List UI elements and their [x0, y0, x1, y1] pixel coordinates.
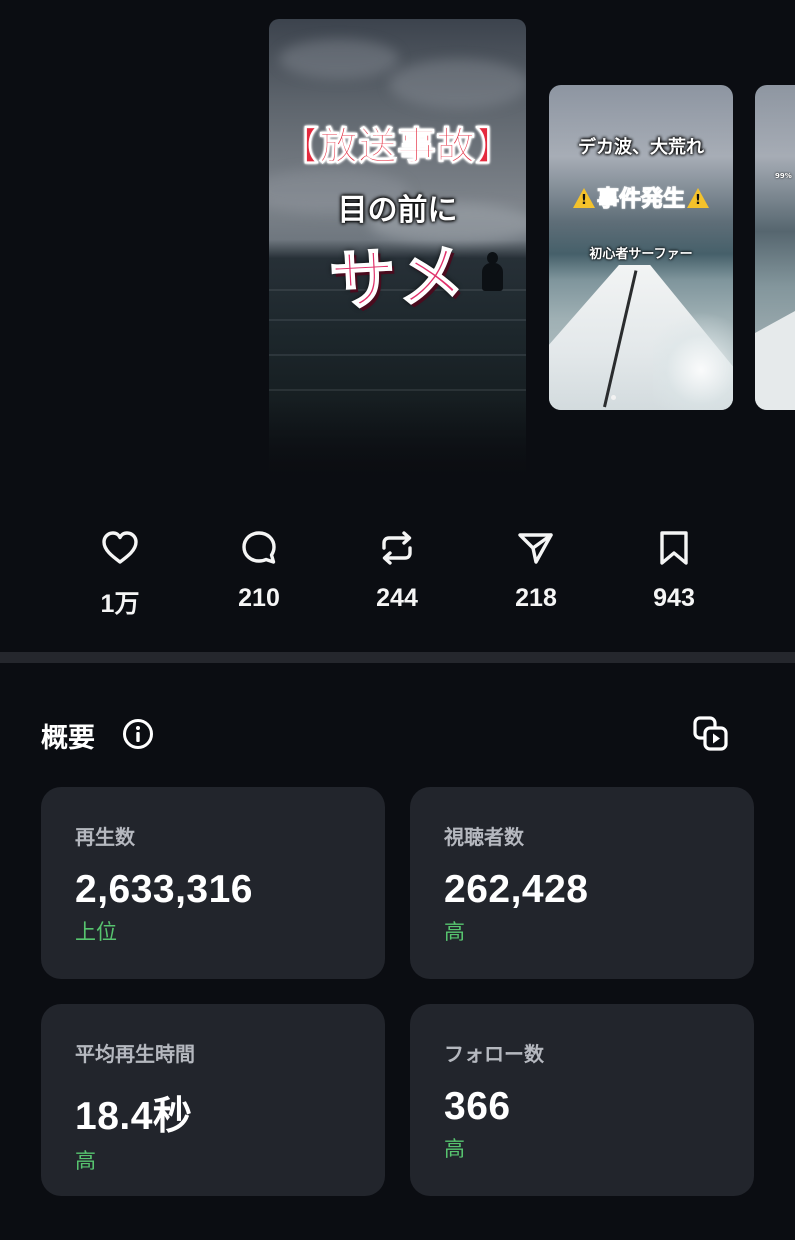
- repost-count: 244: [376, 584, 418, 612]
- stat-rank: 高: [444, 920, 465, 944]
- video-carousel[interactable]: 【放送事故】 目の前に サメ デカ波、大荒れ 事件発生 初心者サーファー 99%: [0, 0, 795, 490]
- thumbnail-title-big: サメ: [327, 235, 469, 321]
- comment-count: 210: [238, 584, 280, 612]
- thumbnail-third-label: 99%: [775, 172, 792, 180]
- repost-icon: [382, 531, 412, 565]
- overview-title: 概要: [41, 723, 95, 754]
- copy-icon[interactable]: [692, 715, 730, 753]
- share-count: 218: [515, 584, 557, 612]
- send-icon: [518, 533, 553, 564]
- bookmark-icon: [660, 531, 688, 565]
- stat-label: 視聴者数: [444, 825, 524, 849]
- comment-icon: [242, 531, 276, 564]
- stat-rank: 高: [75, 1149, 96, 1173]
- stat-rank: 高: [444, 1137, 465, 1161]
- warning-icon: [572, 188, 595, 208]
- video-thumbnail-main[interactable]: 【放送事故】 目の前に サメ: [269, 19, 526, 479]
- thumbnail-second-title: デカ波、大荒れ: [578, 137, 704, 158]
- warning-icon: [687, 188, 709, 208]
- stat-card-plays[interactable]: 再生数 2,633,316 上位: [41, 787, 385, 979]
- stat-card-viewers[interactable]: 視聴者数 262,428 高: [410, 787, 754, 979]
- engagement-actions: 1万 210 244 218 943: [0, 528, 795, 628]
- save-button[interactable]: 943: [624, 528, 724, 613]
- thumbnail-second-headline: 事件発生: [549, 181, 733, 213]
- stat-label: 再生数: [75, 825, 135, 849]
- repost-button[interactable]: 244: [347, 528, 447, 613]
- like-count: 1万: [100, 590, 140, 618]
- heart-icon: [102, 531, 138, 564]
- stat-value: 18.4秒: [75, 1095, 193, 1138]
- comment-button[interactable]: 210: [209, 528, 309, 613]
- stat-value: 2,633,316: [75, 868, 254, 911]
- stat-value: 262,428: [444, 868, 589, 911]
- thumbnail-second-subtitle: 初心者サーファー: [589, 247, 693, 262]
- stat-label: 平均再生時間: [75, 1042, 195, 1066]
- thumbnail-second-headline-text: 事件発生: [596, 187, 685, 213]
- info-icon[interactable]: [122, 718, 154, 750]
- section-divider: [0, 652, 795, 663]
- stat-rank: 上位: [75, 920, 117, 944]
- like-button[interactable]: 1万: [70, 528, 170, 620]
- page-dot: [611, 395, 616, 400]
- save-count: 943: [653, 584, 695, 612]
- thumbnail-title-red: 【放送事故】: [280, 124, 515, 169]
- video-thumbnail-second[interactable]: デカ波、大荒れ 事件発生 初心者サーファー: [549, 85, 733, 410]
- stat-value: 366: [444, 1085, 511, 1128]
- video-thumbnail-third[interactable]: 99%: [755, 85, 795, 410]
- stat-label: フォロー数: [444, 1042, 544, 1066]
- stat-card-follows[interactable]: フォロー数 366 高: [410, 1004, 754, 1196]
- stat-card-avg-watch-time[interactable]: 平均再生時間 18.4秒 高: [41, 1004, 385, 1196]
- share-button[interactable]: 218: [486, 528, 586, 613]
